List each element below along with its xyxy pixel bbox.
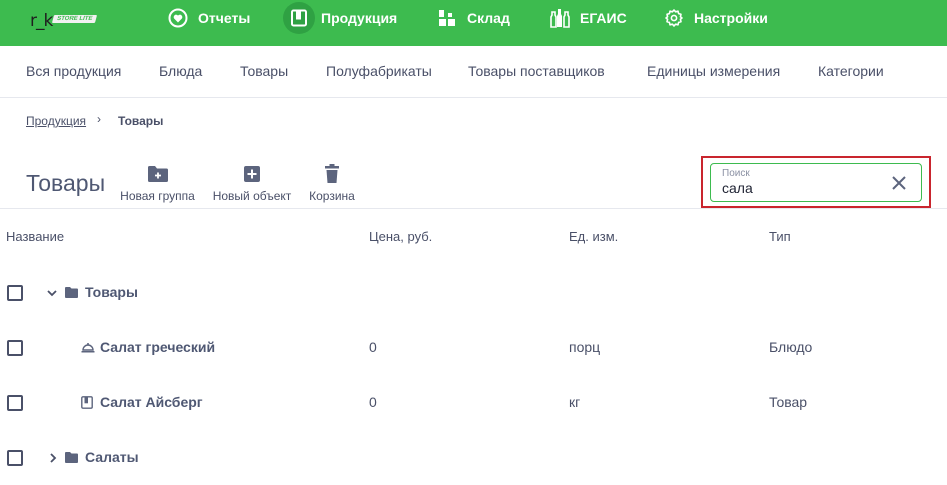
bottles-icon	[549, 7, 571, 29]
subnav-units[interactable]: Единицы измерения	[647, 63, 780, 79]
search-input[interactable]: Поиск сала	[710, 163, 922, 202]
table-row[interactable]: Салат Айсберг 0 кг Товар	[0, 375, 947, 430]
row-checkbox[interactable]	[7, 285, 23, 301]
breadcrumb-products-link[interactable]: Продукция	[26, 114, 86, 128]
dish-icon	[81, 341, 95, 354]
heart-circle-icon	[167, 7, 189, 29]
breadcrumb-separator: ›	[97, 112, 101, 126]
nav-settings-label: Настройки	[694, 10, 768, 26]
column-header-type[interactable]: Тип	[769, 229, 791, 244]
logo-tag: STORE LITE	[52, 15, 98, 23]
nav-reports[interactable]: Отчеты	[167, 0, 250, 36]
nav-egais-label: ЕГАИС	[580, 10, 627, 26]
column-header-price[interactable]: Цена, руб.	[369, 229, 432, 244]
subnav-all-products[interactable]: Вся продукция	[26, 63, 121, 79]
app-logo[interactable]: r_k STORE LITE	[30, 10, 98, 31]
new-object-button[interactable]: Новый объект	[211, 163, 293, 203]
chevron-down-icon[interactable]	[46, 287, 58, 299]
book-icon	[283, 2, 315, 34]
nav-warehouse-label: Склад	[467, 10, 510, 26]
page-title: Товары	[26, 170, 106, 196]
nav-reports-label: Отчеты	[198, 10, 251, 26]
group-name: Салаты	[85, 449, 139, 465]
gear-icon	[663, 7, 685, 29]
trash-icon	[324, 163, 340, 185]
trash-button[interactable]: Корзина	[307, 163, 357, 203]
item-type: Блюдо	[769, 339, 813, 355]
row-checkbox[interactable]	[7, 450, 23, 466]
item-name: Салат Айсберг	[100, 394, 203, 410]
top-navigation-bar: r_k STORE LITE Отчеты Продукция Склад ЕГ…	[0, 0, 947, 46]
column-header-unit[interactable]: Ед. изм.	[569, 229, 618, 244]
folder-icon	[65, 287, 78, 298]
table-row[interactable]: Товары	[0, 265, 947, 320]
plus-square-icon	[243, 163, 261, 185]
table-row[interactable]: Салаты	[0, 430, 947, 485]
header-divider	[0, 208, 947, 209]
subnav-goods[interactable]: Товары	[240, 63, 288, 79]
boxes-icon	[436, 7, 458, 29]
item-unit: порц	[569, 339, 601, 355]
chevron-right-icon[interactable]	[47, 452, 59, 464]
logo-text: r_k	[30, 11, 53, 31]
product-icon	[81, 396, 93, 409]
nav-egais[interactable]: ЕГАИС	[549, 0, 627, 36]
item-unit: кг	[569, 394, 581, 410]
nav-products[interactable]: Продукция	[283, 0, 398, 36]
subnav-supplier-goods[interactable]: Товары поставщиков	[468, 63, 605, 79]
subnav-dishes[interactable]: Блюда	[159, 63, 202, 79]
column-header-name[interactable]: Название	[6, 229, 64, 244]
breadcrumb-current: Товары	[118, 114, 164, 128]
item-type: Товар	[769, 394, 808, 410]
folder-add-icon	[147, 163, 169, 185]
nav-settings[interactable]: Настройки	[663, 0, 768, 36]
folder-icon	[65, 452, 78, 463]
trash-label: Корзина	[309, 189, 355, 203]
item-price: 0	[369, 339, 377, 355]
nav-warehouse[interactable]: Склад	[436, 0, 510, 36]
new-group-label: Новая группа	[120, 189, 195, 203]
search-placeholder: Поиск	[722, 168, 750, 179]
table-row[interactable]: Салат греческий 0 порц Блюдо	[0, 320, 947, 375]
close-icon[interactable]	[891, 175, 907, 191]
row-checkbox[interactable]	[7, 340, 23, 356]
subnav-semi-finished[interactable]: Полуфабрикаты	[326, 63, 432, 79]
sub-navigation: Вся продукция Блюда Товары Полуфабрикаты…	[0, 46, 947, 98]
subnav-categories[interactable]: Категории	[818, 63, 884, 79]
nav-products-label: Продукция	[321, 10, 398, 26]
group-name: Товары	[85, 284, 138, 300]
new-group-button[interactable]: Новая группа	[119, 163, 196, 203]
new-object-label: Новый объект	[212, 189, 292, 203]
search-value: сала	[722, 180, 753, 196]
row-checkbox[interactable]	[7, 395, 23, 411]
item-price: 0	[369, 394, 377, 410]
item-name: Салат греческий	[100, 339, 216, 355]
